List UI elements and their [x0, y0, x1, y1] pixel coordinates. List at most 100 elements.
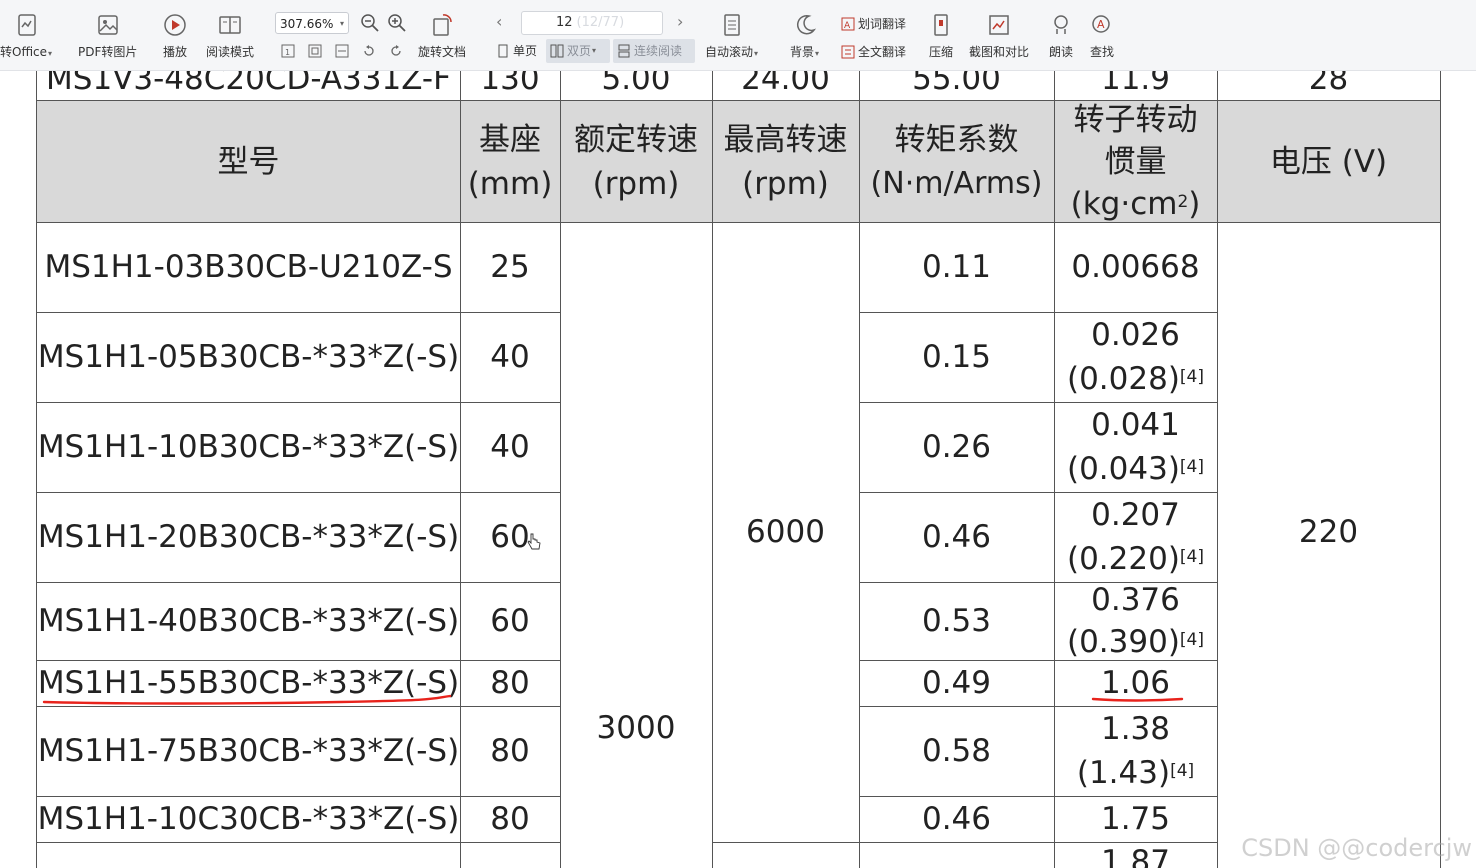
zoom-in-icon[interactable] [387, 13, 407, 33]
rotate-doc-icon [433, 14, 452, 36]
rotate-doc-label: 旋转文档 [418, 45, 467, 59]
header-max-line1: 最高转速 [723, 121, 848, 158]
prev-row-rated: 5.00 [601, 71, 671, 97]
chevron-down-icon: ▾ [339, 19, 344, 28]
row-1-torque: 0.15 [921, 338, 992, 375]
next-page-icon[interactable]: › [677, 12, 683, 31]
row-0-model: MS1H1-03B30CB-U210Z-S [44, 248, 453, 285]
merged-rated-speed-cell: 3000 [560, 222, 712, 842]
fit-page-icon[interactable] [307, 43, 323, 59]
row-6-inertia-value: 1.38 [1100, 711, 1171, 747]
pdf-to-image-button[interactable]: PDF转图片 [78, 12, 137, 60]
row-4-note: [4] [1179, 630, 1205, 650]
grid-line [859, 71, 860, 868]
row-3-base: 60 [490, 518, 530, 555]
page-number-input[interactable]: 12 (12/77) [521, 11, 663, 35]
grid-line [859, 402, 1218, 403]
double-page-label: 双页 [567, 44, 592, 58]
rotate-right-icon[interactable] [388, 43, 404, 59]
continuous-read-button[interactable]: 连续阅读 [613, 39, 695, 63]
grid-line [36, 312, 561, 313]
read-aloud-label: 朗读 [1048, 45, 1073, 59]
grid-line [859, 660, 1218, 661]
continuous-label: 连续阅读 [634, 44, 683, 58]
compress-button[interactable]: 压缩 [928, 12, 954, 60]
word-translate-label: 划词翻译 [858, 17, 907, 31]
read-mode-label: 阅读模式 [206, 45, 255, 59]
row-7-model: MS1H1-10C30CB-*33*Z(-S) [37, 800, 460, 837]
find-button[interactable]: A 查找 [1089, 12, 1115, 60]
row-3-torque: 0.46 [921, 518, 992, 555]
grid-line [36, 796, 561, 797]
grid-line [560, 71, 561, 868]
double-page-button[interactable]: 双页 ▾ [546, 39, 610, 63]
screenshot-compare-button[interactable]: 截图和对比 [969, 12, 1029, 60]
zoom-select[interactable]: 307.66% ▾ [275, 12, 349, 34]
grid-line [859, 796, 1218, 797]
grid-line [36, 842, 561, 843]
play-icon [164, 14, 186, 36]
row-2-base: 40 [490, 428, 530, 465]
compress-label: 压缩 [928, 45, 953, 59]
grid-line [859, 312, 1218, 313]
row-6-base: 80 [490, 732, 530, 769]
image-icon [97, 15, 118, 35]
auto-scroll-button[interactable]: 自动滚动▾ [705, 12, 758, 60]
watermark: CSDN @@codercjw [1241, 834, 1472, 862]
continuous-icon [618, 44, 630, 58]
row-6-note: [4] [1170, 761, 1195, 781]
grid-line [36, 71, 37, 868]
grid-line [859, 492, 1218, 493]
background-button[interactable]: 背景▾ [790, 12, 819, 60]
search-icon: A [1092, 15, 1110, 33]
play-button[interactable]: 播放 [162, 12, 188, 60]
header-inertia-line2: 惯量 [1104, 143, 1167, 180]
word-translate-button[interactable]: A 划词翻译 [841, 15, 906, 32]
grid-line [36, 100, 1441, 101]
fit-width-icon[interactable] [334, 43, 350, 59]
row-2-torque: 0.26 [921, 428, 992, 465]
header-base: 基座 (mm) [460, 101, 560, 222]
page-current: 12 [556, 15, 573, 30]
full-translate-button[interactable]: 全文翻译 [841, 43, 906, 60]
header-max-speed: 最高转速 (rpm) [712, 101, 859, 222]
single-page-button[interactable]: 单页 [492, 39, 541, 63]
grid-line [36, 582, 561, 583]
row-1-model: MS1H1-05B30CB-*33*Z(-S) [37, 338, 460, 375]
header-inertia-sup: 2 [1177, 191, 1189, 212]
prev-page-icon[interactable]: ‹ [496, 12, 502, 31]
header-rated-speed: 额定转速 (rpm) [560, 101, 712, 222]
header-torque-constant: 转矩系数 (N·m/Arms) [859, 101, 1054, 222]
rotate-doc-button[interactable]: 旋转文档 [418, 12, 466, 60]
annotation-underline-inertia [1091, 697, 1184, 702]
row-2-model: MS1H1-10B30CB-*33*Z(-S) [37, 428, 460, 465]
row-3-inertia-alt: (0.220) [1066, 541, 1180, 577]
svg-text:1: 1 [285, 48, 290, 57]
compress-icon [934, 14, 948, 36]
row-1-inertia-alt: (0.028) [1066, 361, 1180, 397]
actual-size-icon[interactable]: 1 [280, 43, 296, 59]
zoom-out-icon[interactable] [360, 13, 380, 33]
header-rated-line1: 额定转速 [574, 121, 698, 158]
find-label: 查找 [1089, 45, 1114, 59]
header-voltage-text: 电压 (V) [1269, 143, 1388, 180]
row-2-inertia-alt: (0.043) [1066, 451, 1180, 487]
row-1-note: [4] [1179, 367, 1205, 387]
full-translate-label: 全文翻译 [858, 45, 907, 59]
row-7-inertia: 1.75 [1100, 800, 1171, 837]
row-4-inertia-value: 0.376 [1091, 582, 1180, 618]
convert-office-button[interactable]: 转Office▾ [0, 12, 52, 60]
page-total: (12/77) [576, 15, 625, 30]
read-mode-button[interactable]: 阅读模式 [206, 12, 254, 60]
grid-line [36, 222, 1441, 223]
document-page[interactable]: MS1V3-48C20CD-A331Z-F 130 5.00 24.00 55.… [0, 71, 1476, 868]
grid-line [460, 71, 461, 868]
row-3-model: MS1H1-20B30CB-*33*Z(-S) [37, 518, 460, 555]
rotate-left-icon[interactable] [361, 43, 377, 59]
svg-text:A: A [1097, 18, 1105, 31]
read-aloud-button[interactable]: 朗读 [1048, 12, 1074, 60]
header-torque-line2: (N·m/Arms) [870, 165, 1043, 201]
row-2-inertia: 0.041 (0.043)[4] [1054, 402, 1217, 492]
grid-line [859, 706, 1218, 707]
row-6-torque: 0.58 [921, 732, 992, 769]
